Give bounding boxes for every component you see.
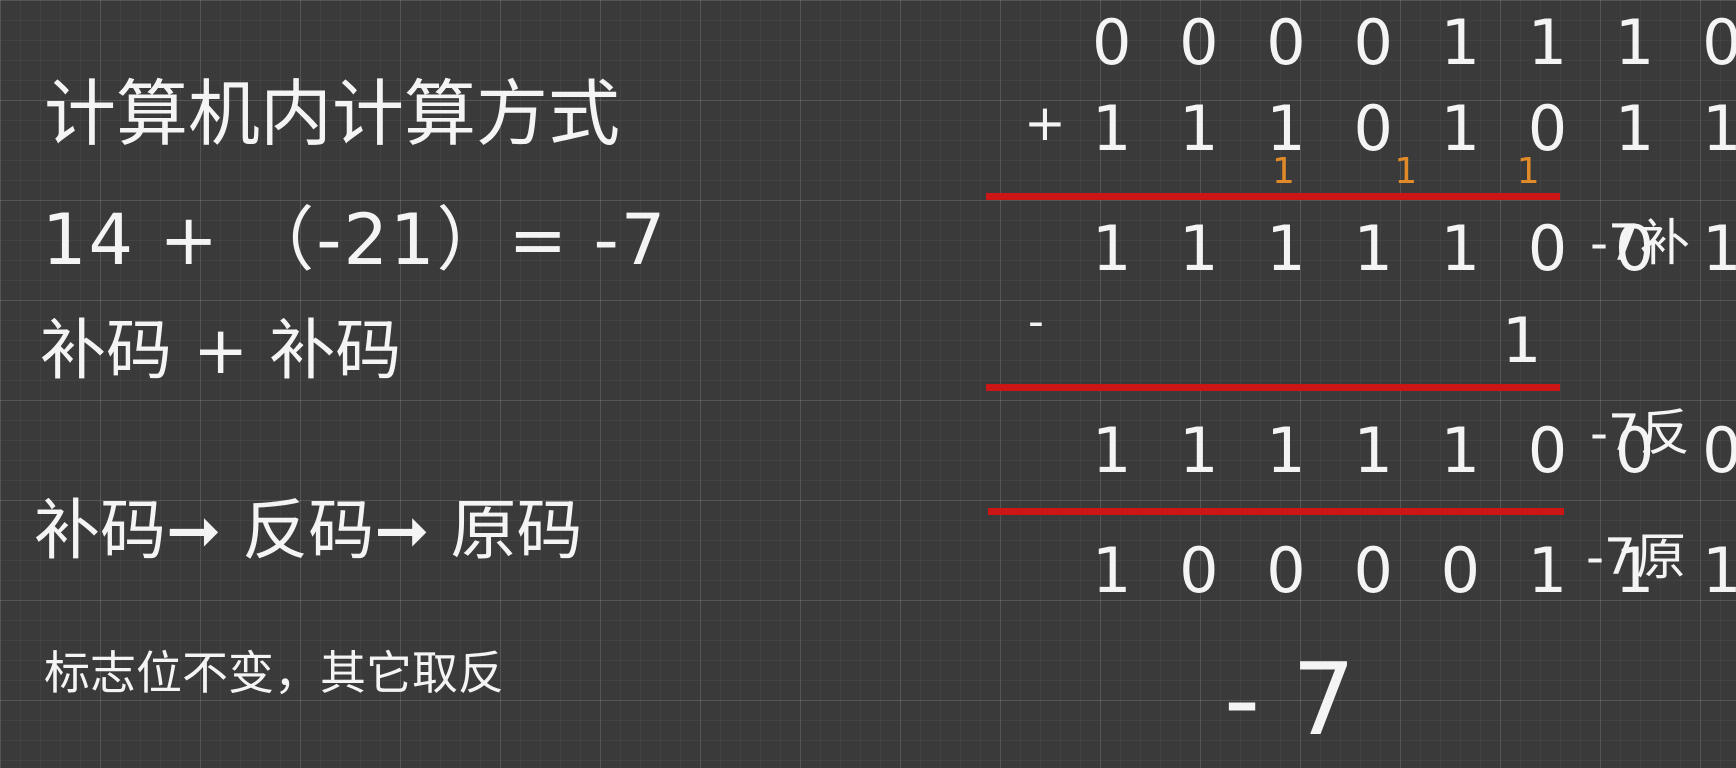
subtrahend-row: 1 — [1502, 304, 1556, 377]
slide-title: 计算机内计算方式 — [44, 72, 621, 156]
ones-complement-label: -7反 — [1590, 404, 1690, 462]
sum-form-text: 补码 + 补码 — [40, 312, 402, 389]
sum-rule-line — [986, 193, 1560, 200]
addend-row-1: 0 0 0 0 1 1 1 0 — [1092, 6, 1736, 79]
invert-rule-line — [988, 508, 1564, 515]
subtract-rule-line — [986, 384, 1560, 391]
equation-text: 14 + （-21）= -7 — [42, 199, 668, 281]
original-code-label: -7原 — [1586, 528, 1686, 586]
complement-label: -7补 — [1590, 214, 1690, 272]
conversion-flow-text: 补码➞ 反码➞ 原码 — [34, 492, 583, 569]
plus-sign: + — [1024, 94, 1066, 152]
note-text: 标志位不变，其它取反 — [44, 646, 504, 700]
carry-digits: 1 1 1 — [1272, 151, 1584, 192]
minus-sign: - — [1028, 296, 1044, 347]
final-result: - 7 — [1224, 641, 1356, 758]
